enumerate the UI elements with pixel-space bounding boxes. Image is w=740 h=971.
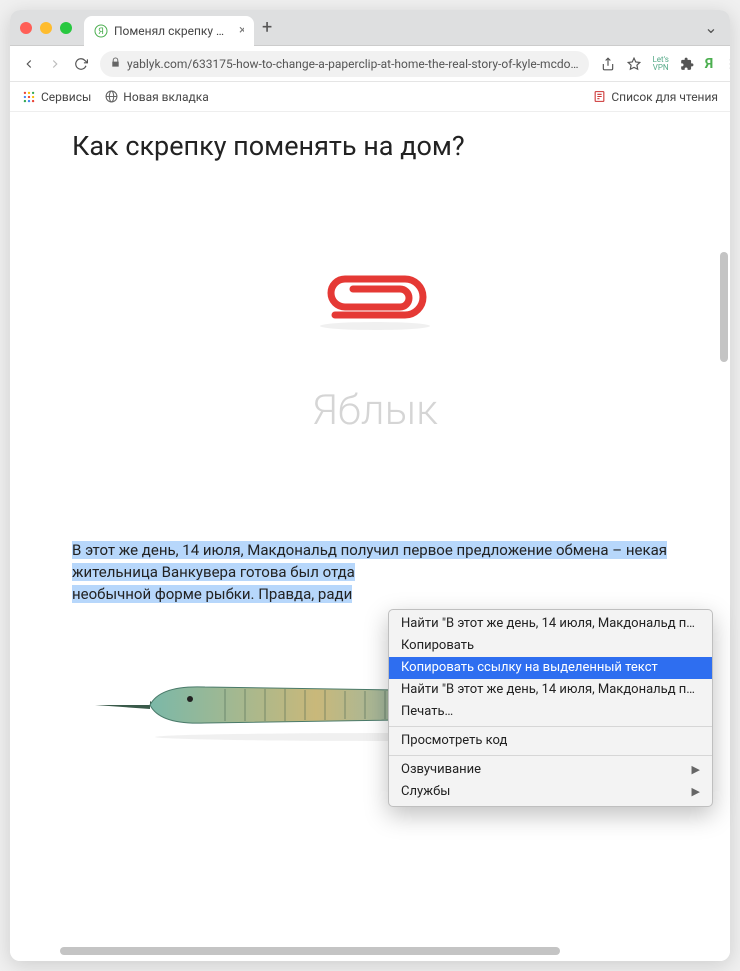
context-menu-item[interactable]: Найти "В этот же день, 14 июля, Макдонал… bbox=[389, 679, 712, 701]
globe-icon bbox=[105, 90, 118, 103]
horizontal-scroll-thumb[interactable] bbox=[60, 947, 560, 955]
watermark-text: Яблык bbox=[312, 386, 438, 435]
bookmark-newtab-label: Новая вкладка bbox=[123, 90, 208, 104]
menu-button[interactable] bbox=[723, 56, 730, 72]
context-menu-item-label: Найти "В этот же день, 14 июля, Макдонал… bbox=[401, 615, 700, 633]
submenu-arrow-icon: ▶ bbox=[692, 783, 700, 801]
back-button[interactable] bbox=[22, 56, 36, 72]
titlebar: Я Поменял скрепку на дом: ре × + ⌄ bbox=[10, 10, 730, 46]
paperclip-image: Яблык bbox=[72, 162, 678, 492]
context-menu-item-label: Найти "В этот же день, 14 июля, Макдонал… bbox=[401, 681, 700, 699]
context-menu-item-label: Копировать bbox=[401, 637, 474, 655]
page-heading: Как скрепку поменять на дом? bbox=[72, 130, 678, 162]
browser-window: Я Поменял скрепку на дом: ре × + ⌄ yably… bbox=[10, 10, 730, 961]
close-window-button[interactable] bbox=[20, 22, 32, 34]
content-area: Как скрепку поменять на дом? Яблык В это… bbox=[10, 112, 730, 961]
apps-button[interactable]: Сервисы bbox=[22, 90, 91, 104]
svg-text:Я: Я bbox=[98, 27, 104, 37]
selected-text-line3[interactable]: необычной форме рыбки. Правда, ради bbox=[72, 585, 352, 603]
article-paragraph: В этот же день, 14 июля, Макдональд полу… bbox=[72, 540, 678, 605]
share-button[interactable] bbox=[601, 56, 615, 72]
tab-title: Поменял скрепку на дом: ре bbox=[114, 24, 229, 38]
reading-list-button[interactable]: Список для чтения bbox=[593, 90, 718, 104]
selected-text[interactable]: В этот же день, 14 июля, Макдональд полу… bbox=[72, 541, 667, 581]
bookmarks-bar: Сервисы Новая вкладка Список для чтения bbox=[10, 82, 730, 112]
extension-yandex-icon[interactable]: Я bbox=[705, 56, 713, 72]
tabs-dropdown-icon[interactable]: ⌄ bbox=[702, 18, 720, 37]
context-menu-item[interactable]: Службы ▶ bbox=[389, 781, 712, 803]
lock-icon bbox=[110, 57, 121, 71]
context-menu-item[interactable]: Найти "В этот же день, 14 июля, Макдонал… bbox=[389, 613, 712, 635]
close-tab-icon[interactable]: × bbox=[239, 23, 244, 38]
viewport[interactable]: Как скрепку поменять на дом? Яблык В это… bbox=[10, 112, 718, 961]
horizontal-scrollbar[interactable] bbox=[10, 947, 716, 955]
minimize-window-button[interactable] bbox=[40, 22, 52, 34]
vertical-scroll-thumb[interactable] bbox=[720, 252, 728, 362]
new-tab-button[interactable]: + bbox=[262, 17, 272, 38]
context-menu-item[interactable]: Печать… bbox=[389, 701, 712, 723]
star-button[interactable] bbox=[627, 56, 641, 72]
apps-icon bbox=[22, 90, 36, 104]
toolbar: yablyk.com/633175-how-to-change-a-paperc… bbox=[10, 46, 730, 82]
url-text: yablyk.com/633175-how-to-change-a-paperc… bbox=[127, 57, 579, 71]
context-menu-item[interactable]: Копировать bbox=[389, 635, 712, 657]
traffic-lights bbox=[20, 22, 72, 34]
submenu-arrow-icon: ▶ bbox=[692, 761, 700, 779]
maximize-window-button[interactable] bbox=[60, 22, 72, 34]
context-menu-item[interactable]: Озвучивание ▶ bbox=[389, 759, 712, 781]
reading-list-label: Список для чтения bbox=[611, 90, 718, 104]
context-menu-item-label: Печать… bbox=[401, 703, 453, 721]
browser-tab[interactable]: Я Поменял скрепку на дом: ре × bbox=[84, 16, 254, 46]
paperclip-icon bbox=[305, 270, 445, 340]
favicon-icon: Я bbox=[94, 24, 108, 38]
bookmark-newtab[interactable]: Новая вкладка bbox=[105, 90, 208, 104]
context-menu-item-label: Копировать ссылку на выделенный текст bbox=[401, 659, 658, 677]
context-menu[interactable]: Найти "В этот же день, 14 июля, Макдонал… bbox=[388, 609, 713, 807]
reload-button[interactable] bbox=[74, 56, 88, 72]
context-menu-separator bbox=[389, 755, 712, 756]
extension-letsvpn-icon[interactable]: Let'sVPN bbox=[653, 56, 669, 72]
context-menu-item-label: Озвучивание bbox=[401, 761, 481, 779]
forward-button[interactable] bbox=[48, 56, 62, 72]
context-menu-item[interactable]: Просмотреть код bbox=[389, 730, 712, 752]
address-bar[interactable]: yablyk.com/633175-how-to-change-a-paperc… bbox=[100, 51, 589, 77]
reading-list-icon bbox=[593, 90, 606, 103]
vertical-scrollbar[interactable] bbox=[720, 112, 728, 941]
context-menu-item-label: Службы bbox=[401, 783, 450, 801]
extensions-button[interactable] bbox=[679, 56, 695, 72]
context-menu-item-label: Просмотреть код bbox=[401, 732, 507, 750]
context-menu-item[interactable]: Копировать ссылку на выделенный текст bbox=[389, 657, 712, 679]
context-menu-separator bbox=[389, 726, 712, 727]
extensions-area: Let'sVPN Я bbox=[653, 56, 731, 72]
apps-label: Сервисы bbox=[41, 90, 91, 104]
